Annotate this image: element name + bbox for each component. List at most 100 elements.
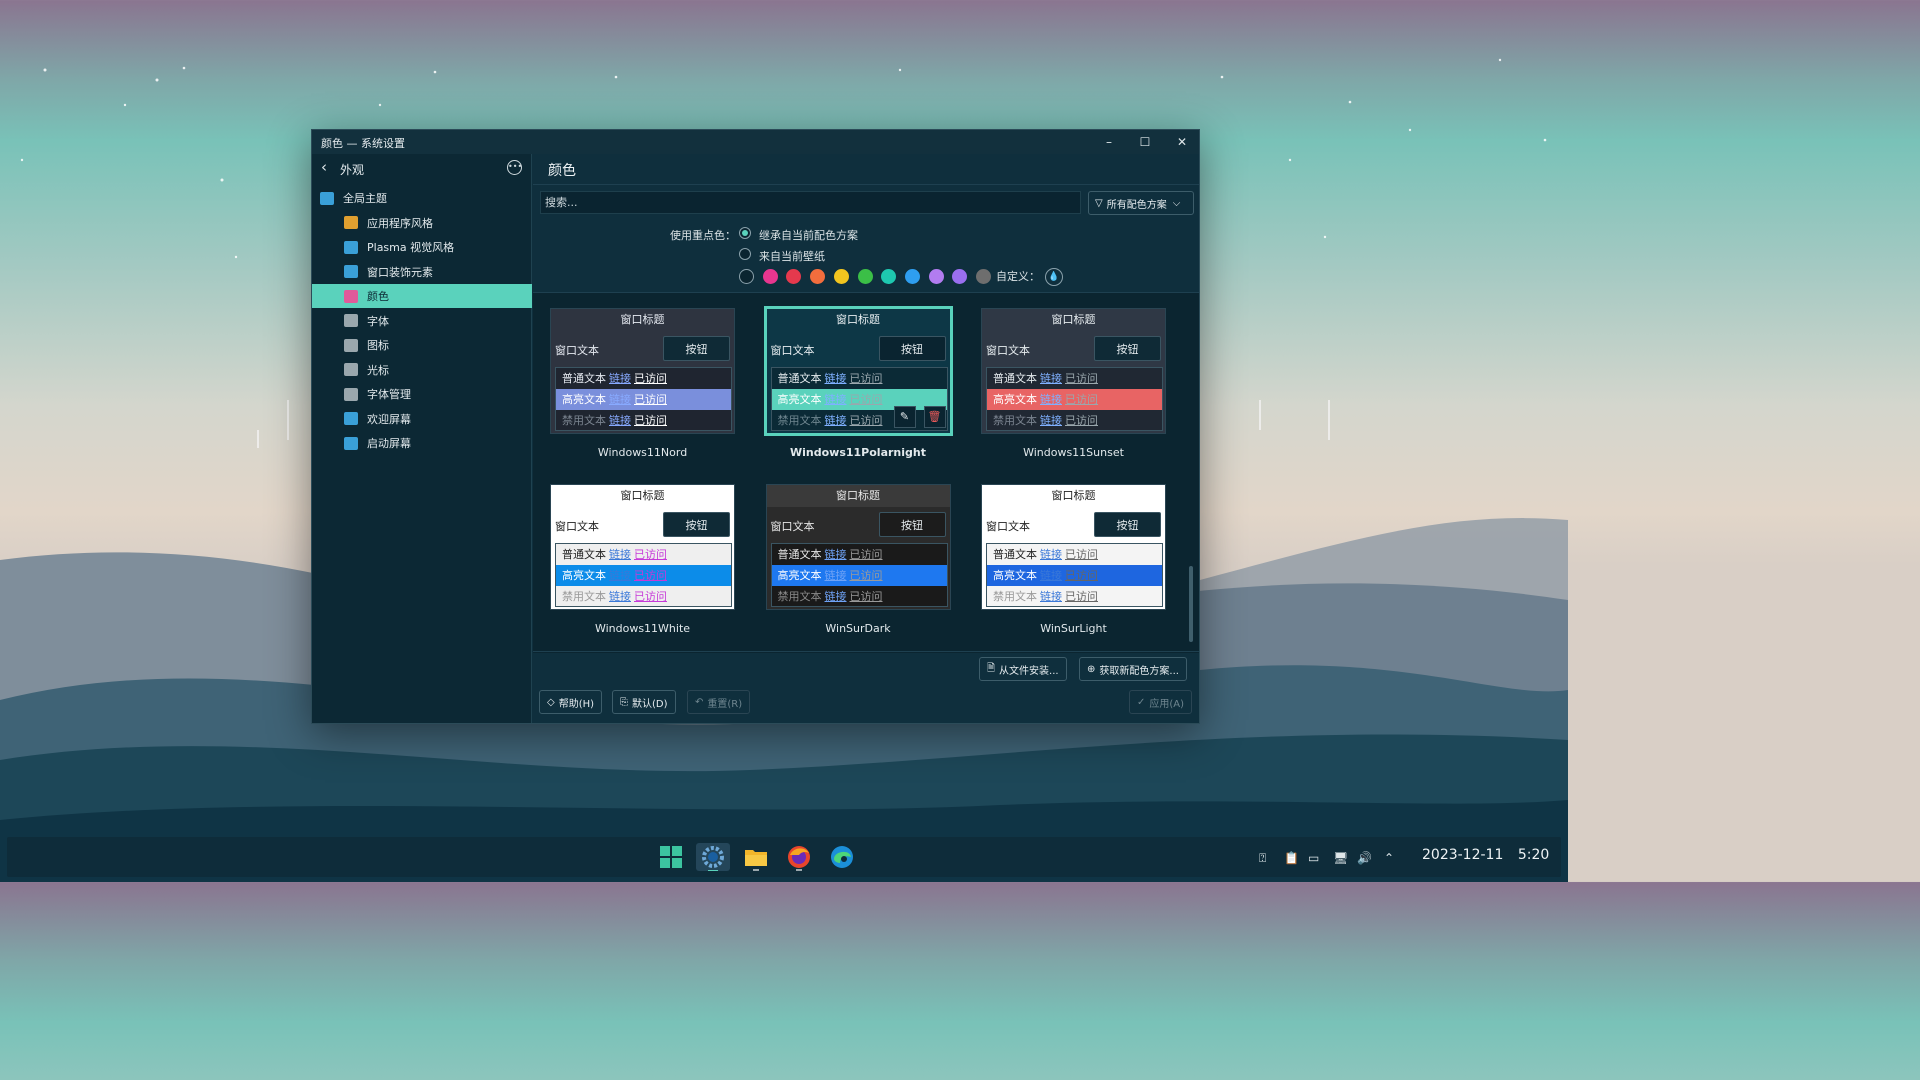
preview-disabled-text: 禁用文本 bbox=[562, 590, 606, 603]
apply-label: 应用(A) bbox=[1149, 698, 1185, 710]
preview-highlight-text: 高亮文本 bbox=[993, 569, 1037, 582]
close-button[interactable]: ✕ bbox=[1172, 132, 1192, 152]
preview-window-text: 窗口文本 bbox=[986, 520, 1030, 533]
scrollbar[interactable] bbox=[1189, 566, 1193, 642]
help-button[interactable]: ◇ 帮助(H) bbox=[539, 690, 603, 714]
preview-window-text: 窗口文本 bbox=[770, 520, 815, 533]
get-new-schemes-label: 获取新配色方案... bbox=[1099, 665, 1179, 677]
accent-swatch[interactable] bbox=[928, 269, 944, 284]
scheme-preview-card[interactable]: 窗口标题 窗口文本 按钮 普通文本 链接 已访问 高亮文本 链接 已访问 禁用文本 链接已… bbox=[550, 484, 735, 610]
preview-visited: 已访问 bbox=[1065, 590, 1098, 603]
maximize-button[interactable]: ☐ bbox=[1135, 132, 1155, 152]
preview-visited: 已访问 bbox=[1065, 569, 1098, 582]
accent-swatch[interactable] bbox=[904, 269, 920, 284]
search-input[interactable] bbox=[540, 191, 1081, 214]
preview-button: 按钮 bbox=[663, 512, 730, 537]
file-manager-icon[interactable] bbox=[742, 843, 770, 871]
preview-button: 按钮 bbox=[1094, 336, 1161, 361]
title-bar[interactable]: 颜色 — 系统设置 – ☐ ✕ bbox=[312, 130, 1199, 154]
radio-wallpaper-label[interactable]: 来自当前壁纸 bbox=[759, 248, 825, 264]
sidebar-item-plasma-style[interactable]: Plasma 视觉风格 bbox=[312, 235, 532, 259]
system-settings-icon[interactable] bbox=[696, 843, 730, 872]
sidebar-item-colors[interactable]: 颜色 bbox=[312, 284, 532, 308]
sidebar-header: ‹ 外观 ••• bbox=[312, 154, 532, 184]
accent-swatch[interactable] bbox=[810, 269, 826, 284]
preview-visited: 已访问 bbox=[849, 414, 883, 427]
window-decoration-icon bbox=[344, 265, 358, 278]
accent-swatch[interactable] bbox=[976, 269, 991, 284]
clock[interactable]: 2023-12-11 5:20 bbox=[1422, 847, 1549, 863]
sidebar-item-fonts[interactable]: 字体 bbox=[312, 309, 532, 333]
get-new-schemes-button[interactable]: ⊕ 获取新配色方案... bbox=[1079, 657, 1187, 681]
sidebar-item-global-theme[interactable]: 全局主题 bbox=[312, 186, 532, 210]
download-icon: ⊕ bbox=[1087, 663, 1096, 675]
scheme-preview-card[interactable]: 窗口标题 窗口文本 按钮 普通文本 链接 已访问 高亮文本 链接 已访问 禁用文本 链接已… bbox=[981, 308, 1166, 434]
clipboard-icon[interactable]: 📋 bbox=[1284, 851, 1299, 865]
sidebar-item-boot-screen[interactable]: 启动屏幕 bbox=[312, 431, 532, 455]
preview-disabled-row: 禁用文本 链接 已访问 bbox=[987, 410, 1162, 431]
preview-text-box: 普通文本 链接 已访问 高亮文本 链接 已访问 禁用文本 链接 已访问 bbox=[986, 543, 1163, 607]
help-label: 帮助(H) bbox=[558, 698, 595, 710]
chevron-up-icon[interactable]: ⌃ bbox=[1384, 851, 1394, 865]
sidebar-item-label: 图标 bbox=[367, 339, 389, 352]
start-menu-icon[interactable] bbox=[657, 843, 685, 871]
accent-swatch[interactable] bbox=[739, 269, 754, 284]
radio-wallpaper[interactable] bbox=[739, 248, 751, 260]
accent-swatch[interactable] bbox=[786, 269, 802, 284]
sidebar-item-icons[interactable]: 图标 bbox=[312, 333, 532, 357]
header-divider bbox=[533, 184, 1199, 185]
scheme-preview-card[interactable]: 窗口标题 窗口文本 按钮 普通文本 链接 已访问 高亮文本 链接 已访问 禁用文本 链接已… bbox=[765, 484, 951, 610]
filter-label: 所有配色方案 bbox=[1106, 199, 1167, 211]
more-options-icon[interactable]: ••• bbox=[507, 160, 522, 175]
preview-text-box: 普通文本 链接 已访问 高亮文本 链接 已访问 禁用文本 链接 已访问 bbox=[770, 367, 948, 431]
sidebar-item-splash-screen[interactable]: 欢迎屏幕 bbox=[312, 407, 532, 431]
preview-button: 按钮 bbox=[878, 512, 946, 537]
updates-icon[interactable]: ⍰ bbox=[1259, 851, 1266, 866]
sidebar-item-app-style[interactable]: 应用程序风格 bbox=[312, 211, 532, 235]
accent-swatch[interactable] bbox=[762, 269, 778, 284]
preview-highlight-row: 高亮文本 链接 已访问 bbox=[987, 389, 1162, 410]
radio-inherit[interactable] bbox=[739, 227, 751, 239]
reset-button[interactable]: ↶ 重置(R) bbox=[687, 690, 751, 714]
sidebar-item-font-manager[interactable]: 字体管理 bbox=[312, 382, 532, 406]
sidebar-item-label: 光标 bbox=[367, 363, 389, 377]
radio-inherit-label[interactable]: 继承自当前配色方案 bbox=[759, 227, 858, 243]
preview-highlight-text: 高亮文本 bbox=[777, 393, 822, 406]
trash-icon[interactable]: 🗑 bbox=[923, 406, 946, 428]
preview-link: 链接 bbox=[1040, 372, 1062, 385]
preview-text-box: 普通文本 链接 已访问 高亮文本 链接 已访问 禁用文本 链接 已访问 bbox=[555, 367, 732, 431]
boot-screen-icon bbox=[344, 436, 358, 450]
app-style-icon bbox=[344, 216, 358, 229]
scheme-preview-card[interactable]: 窗口标题 窗口文本 按钮 普通文本 链接 已访问 高亮文本 链接 已访问 禁用文本 链接已… bbox=[763, 306, 953, 436]
firefox-icon[interactable] bbox=[785, 843, 813, 871]
preview-normal-text: 普通文本 bbox=[993, 372, 1037, 385]
accent-swatch[interactable] bbox=[833, 269, 849, 284]
install-from-file-button[interactable]: 🗎 从文件安装... bbox=[979, 657, 1067, 681]
scheme-preview-card[interactable]: 窗口标题 窗口文本 按钮 普通文本 链接 已访问 高亮文本 链接 已访问 禁用文本 链接已… bbox=[550, 308, 735, 434]
edge-browser-icon[interactable] bbox=[828, 843, 856, 871]
accent-swatch[interactable] bbox=[952, 269, 968, 284]
footer-divider bbox=[533, 651, 1199, 652]
network-icon[interactable]: 🖥 bbox=[1333, 851, 1348, 865]
defaults-label: 默认(D) bbox=[632, 698, 668, 710]
sidebar-item-cursor[interactable]: 光标 bbox=[312, 358, 532, 382]
apply-button[interactable]: ✓ 应用(A) bbox=[1129, 690, 1193, 714]
accent-swatch[interactable] bbox=[881, 269, 897, 284]
cursor-icon bbox=[344, 363, 358, 376]
sidebar-item-window-decoration[interactable]: 窗口装饰元素 bbox=[312, 260, 532, 284]
accent-swatch[interactable] bbox=[857, 269, 873, 284]
minimize-button[interactable]: – bbox=[1099, 132, 1119, 152]
display-icon[interactable]: ▭ bbox=[1308, 851, 1319, 865]
volume-icon[interactable]: 🔊 bbox=[1357, 851, 1372, 865]
scheme-filter-dropdown[interactable]: ▽ 所有配色方案 ⌵ bbox=[1088, 191, 1194, 215]
scheme-name: Windows11Polarnight bbox=[790, 446, 926, 459]
accent-color-label: 使用重点色： bbox=[670, 229, 736, 242]
scheme-preview-card[interactable]: 窗口标题 窗口文本 按钮 普通文本 链接 已访问 高亮文本 链接 已访问 禁用文本 链接已… bbox=[981, 484, 1166, 610]
defaults-button[interactable]: ⎘ 默认(D) bbox=[612, 690, 676, 714]
color-picker-icon[interactable]: 💧 bbox=[1045, 268, 1063, 286]
preview-text-box: 普通文本 链接 已访问 高亮文本 链接 已访问 禁用文本 链接 已访问 bbox=[986, 367, 1163, 431]
sidebar-back-label[interactable]: 外观 bbox=[340, 161, 364, 178]
back-arrow-icon[interactable]: ‹ bbox=[321, 158, 327, 176]
edit-pencil-icon[interactable]: ✎ bbox=[893, 406, 916, 428]
scheme-name: Windows11White bbox=[594, 622, 691, 635]
